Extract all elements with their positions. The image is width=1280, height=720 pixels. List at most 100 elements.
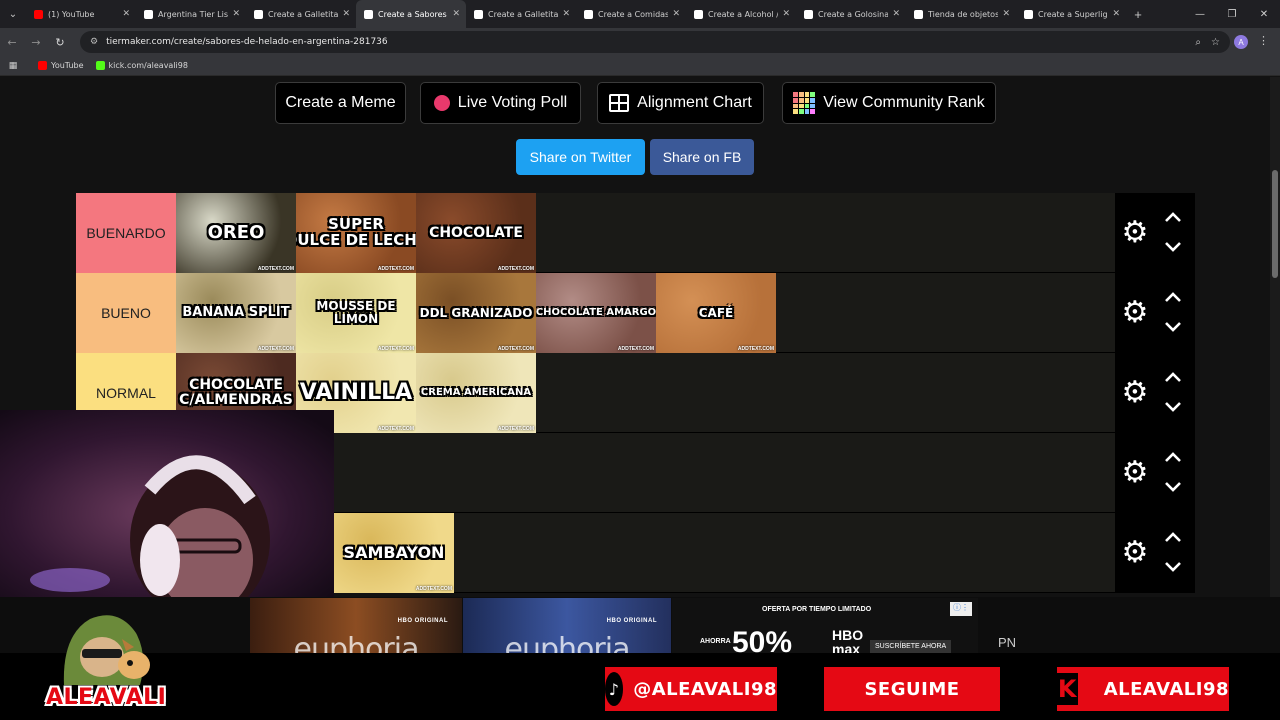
page-scrollbar[interactable] — [1270, 77, 1280, 597]
alignment-chart-button[interactable]: Alignment Chart — [597, 82, 764, 124]
reload-icon[interactable]: ↻ — [48, 36, 72, 49]
move-tier-down-chevron-icon[interactable] — [1161, 237, 1185, 257]
tab-close-icon[interactable]: ✕ — [342, 9, 350, 19]
browser-tab[interactable]: Create a Sabores ✕ — [356, 0, 466, 28]
new-tab-button[interactable]: + — [1126, 7, 1150, 22]
zoom-icon[interactable]: ⌕ — [1195, 37, 1201, 48]
tier-controls: ⚙ — [1115, 193, 1195, 273]
move-tier-down-chevron-icon[interactable] — [1161, 397, 1185, 417]
site-info-icon[interactable]: ⚙ — [90, 37, 98, 47]
tier-settings-gear-icon[interactable]: ⚙ — [1119, 377, 1151, 409]
tab-close-icon[interactable]: ✕ — [1002, 9, 1010, 19]
move-tier-up-chevron-icon[interactable] — [1161, 527, 1185, 547]
tier-item[interactable]: BANANA SPLIT ADDTEXT.COM — [176, 273, 296, 353]
back-icon[interactable]: ← — [0, 36, 24, 49]
move-tier-up-chevron-icon[interactable] — [1161, 207, 1185, 227]
promo-cta[interactable]: SUSCRÍBETE AHORA — [870, 640, 952, 653]
follow-badge[interactable]: SEGUIME — [824, 667, 1000, 711]
tab-close-icon[interactable]: ✕ — [782, 9, 790, 19]
tab-title: Create a Comidas — [598, 9, 669, 19]
share-twitter-button[interactable]: Share on Twitter — [516, 139, 645, 175]
move-tier-down-chevron-icon[interactable] — [1161, 477, 1185, 497]
kick-badge[interactable]: K ALEAVALI98 — [1057, 667, 1229, 711]
item-watermark: ADDTEXT.COM — [737, 346, 774, 352]
tier-settings-gear-icon[interactable]: ⚙ — [1119, 457, 1151, 489]
tiktok-badge[interactable]: ♪ @ALEAVALI98 — [605, 667, 777, 711]
forward-icon[interactable]: → — [24, 36, 48, 49]
tier-settings-gear-icon[interactable]: ⚙ — [1119, 297, 1151, 329]
community-rank-button[interactable]: View Community Rank — [782, 82, 996, 124]
hbo-max-promo[interactable]: OFERTA POR TIEMPO LIMITADO AHORRA 50% HB… — [672, 598, 978, 660]
mosaic-cell — [793, 97, 798, 103]
tier-item[interactable]: CHOCOLATE AMARGO ADDTEXT.COM — [536, 273, 656, 353]
ad-side-text: PN — [998, 635, 1017, 650]
tier-settings-gear-icon[interactable]: ⚙ — [1119, 217, 1151, 249]
move-tier-down-chevron-icon[interactable] — [1161, 557, 1185, 577]
share-fb-button[interactable]: Share on FB — [650, 139, 754, 175]
restore-icon[interactable]: ❐ — [1216, 0, 1248, 28]
close-window-icon[interactable]: ✕ — [1248, 0, 1280, 28]
browser-tab[interactable]: Create a Galletitas ✕ — [246, 0, 356, 28]
tier-settings-gear-icon[interactable]: ⚙ — [1119, 537, 1151, 569]
create-meme-button[interactable]: Create a Meme — [275, 82, 406, 124]
browser-tab[interactable]: Tienda de objetos ✕ — [906, 0, 1016, 28]
tier-item[interactable]: SAMBAYON ADDTEXT.COM — [334, 513, 454, 593]
tier-item[interactable]: DDL GRANIZADO ADDTEXT.COM — [416, 273, 536, 353]
tab-close-icon[interactable]: ✕ — [672, 9, 680, 19]
tab-close-icon[interactable]: ✕ — [562, 9, 570, 19]
tab-favicon-icon — [804, 9, 813, 19]
hbo-original-badge: HBO ORIGINAL — [397, 618, 448, 624]
bookmark-star-icon[interactable]: ☆ — [1211, 37, 1220, 48]
tier-item[interactable]: OREO ADDTEXT.COM — [176, 193, 296, 273]
move-tier-up-chevron-icon[interactable] — [1161, 287, 1185, 307]
live-voting-poll-button[interactable]: Live Voting Poll — [420, 82, 581, 124]
minimize-icon[interactable]: — — [1184, 0, 1216, 28]
tab-close-icon[interactable]: ✕ — [122, 9, 130, 19]
tier-item[interactable]: CREMA AMERICANA ADDTEXT.COM — [416, 353, 536, 433]
browser-tab[interactable]: Argentina Tier Lis ✕ — [136, 0, 246, 28]
tab-close-icon[interactable]: ✕ — [892, 9, 900, 19]
mosaic-cell — [810, 92, 816, 97]
tab-favicon-icon — [694, 9, 703, 19]
mosaic-cell — [810, 103, 816, 109]
tab-title: (1) YouTube — [48, 9, 95, 19]
browser-menu-icon[interactable]: ⋮ — [1258, 34, 1269, 47]
tab-search-icon[interactable]: ⌄ — [0, 0, 26, 28]
move-tier-up-chevron-icon[interactable] — [1161, 367, 1185, 387]
tier-item[interactable]: MOUSSE DE LIMON ADDTEXT.COM — [296, 273, 416, 353]
tier-item[interactable]: CAFÉ ADDTEXT.COM — [656, 273, 776, 353]
tier-item[interactable]: SUPER DULCE DE LECHE ADDTEXT.COM — [296, 193, 416, 273]
tier-item[interactable]: CHOCOLATE ADDTEXT.COM — [416, 193, 536, 273]
tab-favicon-icon — [914, 9, 923, 19]
browser-tab[interactable]: Create a Comidas ✕ — [576, 0, 686, 28]
tier-label[interactable]: BUENO — [76, 273, 176, 353]
hbo-ad-1[interactable]: HBO ORIGINAL euphoria — [250, 598, 462, 660]
tab-close-icon[interactable]: ✕ — [232, 9, 240, 19]
move-tier-down-chevron-icon[interactable] — [1161, 317, 1185, 337]
url-field[interactable]: ⚙ tiermaker.com/create/sabores-de-helado… — [80, 31, 1230, 53]
ad-choices-icon[interactable]: ⓘ⋮ — [950, 602, 972, 616]
item-watermark: ADDTEXT.COM — [415, 586, 452, 592]
browser-tab[interactable]: Create a Galletitas ✕ — [466, 0, 576, 28]
create-meme-label: Create a Meme — [285, 94, 396, 111]
bookmark-kick[interactable]: kick.com/aleavali98 — [95, 61, 188, 70]
mosaic-cell — [798, 109, 804, 114]
browser-tab[interactable]: Create a Alcohol / ✕ — [686, 0, 796, 28]
tab-close-icon[interactable]: ✕ — [1112, 9, 1120, 19]
scrollbar-thumb[interactable] — [1272, 170, 1278, 278]
tier-label[interactable]: BUENARDO — [76, 193, 176, 273]
item-label: MOUSSE DE LIMON — [316, 299, 396, 326]
browser-tab[interactable]: Create a Golosinas ✕ — [796, 0, 906, 28]
tab-title: Create a Golosinas — [818, 9, 889, 19]
url-text[interactable]: tiermaker.com/create/sabores-de-helado-e… — [106, 37, 1185, 47]
profile-avatar[interactable]: A — [1234, 35, 1248, 49]
hbo-ad-2[interactable]: HBO ORIGINAL euphoria — [463, 598, 671, 660]
apps-grid-icon[interactable]: ▦ — [0, 61, 26, 71]
bookmark-youtube[interactable]: YouTube — [38, 61, 84, 70]
move-tier-up-chevron-icon[interactable] — [1161, 447, 1185, 467]
tier-items: BANANA SPLIT ADDTEXT.COM MOUSSE DE LIMON AD… — [176, 273, 776, 353]
browser-tab[interactable]: Create a Superlig ✕ — [1016, 0, 1126, 28]
tier-row: BUENARDOOREOADDTEXT.COMSUPER DULCE DE LE… — [76, 193, 1195, 273]
browser-tab[interactable]: (1) YouTube ✕ — [26, 0, 136, 28]
tab-close-icon[interactable]: ✕ — [452, 9, 460, 19]
